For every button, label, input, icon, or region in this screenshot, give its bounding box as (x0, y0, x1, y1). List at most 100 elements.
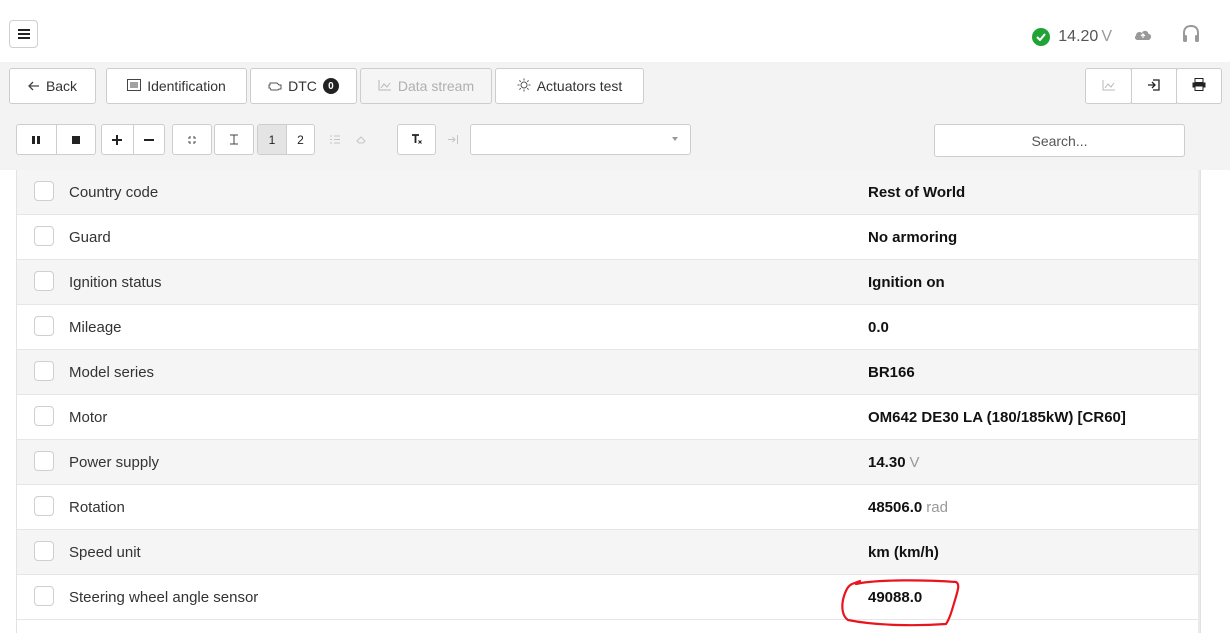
chart-line-icon (378, 78, 392, 94)
navigation-bar: Back Identification DTC 0 Data stream Ac… (0, 62, 1230, 114)
parameter-value: km (km/h) (868, 544, 939, 561)
scrollbar[interactable] (1198, 170, 1200, 633)
parameter-name: Motor (69, 408, 108, 426)
parameter-value-text: Ignition on (868, 273, 945, 291)
dtc-label: DTC (288, 78, 317, 94)
column-switch: 1 2 (257, 124, 315, 155)
stop-button[interactable] (55, 125, 95, 154)
arrow-left-icon (28, 78, 40, 94)
table-row[interactable]: Country code Rest of World (17, 170, 1200, 215)
print-button[interactable] (1176, 68, 1222, 104)
actuators-test-label: Actuators test (536, 78, 623, 94)
minus-button[interactable] (132, 125, 164, 154)
row-checkbox[interactable] (34, 361, 54, 381)
go-to-button[interactable] (439, 124, 467, 155)
text-height-icon (230, 134, 238, 145)
row-checkbox[interactable] (34, 181, 54, 201)
clear-selection-button[interactable] (350, 124, 372, 155)
parameter-unit: rad (926, 498, 948, 516)
clear-filter-button[interactable] (397, 124, 436, 155)
parameter-value-text: 0.0 (868, 318, 889, 336)
column-1-button[interactable]: 1 (258, 125, 286, 154)
top-bar: 14.20 V (0, 0, 1230, 62)
table-row[interactable]: Motor OM642 DE30 LA (180/185kW) [CR60] (17, 395, 1200, 440)
parameter-value-text: BR166 (868, 363, 915, 381)
sign-in-icon (1147, 78, 1161, 95)
parameter-value: Ignition on (868, 274, 945, 291)
parameter-value: 49088.0 (868, 589, 922, 606)
parameter-value-text: 49088.0 (868, 588, 923, 606)
pause-icon (32, 135, 41, 144)
parameter-value-text: 48506.0 (868, 498, 923, 516)
print-icon (1192, 78, 1206, 94)
parameter-name: Guard (69, 228, 111, 246)
playback-controls (16, 124, 96, 155)
parameter-unit: V (909, 453, 920, 471)
data-toolbar: 1 2 (0, 114, 1230, 170)
parameter-value: OM642 DE30 LA (180/185kW) [CR60] (868, 409, 1126, 426)
arrow-to-line-icon (447, 135, 458, 144)
row-checkbox[interactable] (34, 316, 54, 336)
voltage-unit: V (1101, 27, 1112, 45)
list-icon (330, 135, 340, 144)
parameter-value: 48506.0 rad (868, 499, 948, 516)
status-area: 14.20 V (1032, 24, 1200, 49)
parameter-value-text: km (km/h) (868, 543, 939, 561)
parameter-select[interactable] (470, 124, 691, 155)
stop-icon (71, 135, 80, 144)
parameter-name: Power supply (69, 453, 160, 471)
table-row[interactable]: Steering wheel angle sensor 49088.0 (17, 575, 1200, 620)
dtc-button[interactable]: DTC 0 (250, 68, 357, 104)
row-checkbox[interactable] (34, 451, 54, 471)
table-row[interactable]: Guard No armoring (17, 215, 1200, 260)
table-row[interactable]: Model series BR166 (17, 350, 1200, 395)
actuators-test-button[interactable]: Actuators test (495, 68, 644, 104)
identification-label: Identification (147, 78, 226, 94)
minus-icon (143, 138, 154, 141)
row-checkbox[interactable] (34, 541, 54, 561)
parameter-name: Steering wheel angle sensor (69, 588, 259, 606)
list-card-icon (127, 78, 142, 94)
table-row[interactable]: Ignition status Ignition on (17, 260, 1200, 305)
zoom-controls (101, 124, 165, 155)
data-stream-button[interactable]: Data stream (360, 68, 492, 104)
list-button[interactable] (324, 124, 346, 155)
compress-icon (188, 135, 196, 144)
row-checkbox[interactable] (34, 586, 54, 606)
table-row[interactable]: Mileage 0.0 (17, 305, 1200, 350)
cloud-icon[interactable] (1134, 28, 1152, 46)
table-row[interactable]: Power supply 14.30 V (17, 440, 1200, 485)
export-button[interactable] (1131, 68, 1177, 104)
dtc-count-badge: 0 (322, 78, 339, 94)
column-2-button[interactable]: 2 (285, 125, 314, 154)
plus-button[interactable] (102, 125, 133, 154)
parameter-name: Model series (69, 363, 155, 381)
row-checkbox[interactable] (34, 271, 54, 291)
hamburger-menu-button[interactable] (9, 20, 38, 48)
compress-button[interactable] (172, 124, 212, 155)
plus-icon (112, 134, 123, 145)
table-row[interactable]: Rotation 48506.0 rad (17, 485, 1200, 530)
identification-button[interactable]: Identification (106, 68, 247, 104)
back-label: Back (45, 78, 78, 94)
search-input[interactable] (934, 124, 1185, 157)
parameter-value: No armoring (868, 229, 957, 246)
graph-view-button[interactable] (1085, 68, 1132, 104)
eraser-icon (355, 135, 366, 143)
parameter-name: Ignition status (69, 273, 162, 291)
parameter-value-text: No armoring (868, 228, 958, 246)
row-checkbox[interactable] (34, 226, 54, 246)
chevron-down-icon (672, 137, 678, 141)
back-button[interactable]: Back (9, 68, 96, 104)
text-height-button[interactable] (214, 124, 254, 155)
table-row[interactable]: Speed unit km (km/h) (17, 530, 1200, 575)
pause-button[interactable] (17, 125, 56, 154)
check-circle-icon (1032, 27, 1051, 46)
parameter-value-text: Rest of World (868, 183, 966, 201)
voltage-readout: 14.20 V (1058, 28, 1112, 46)
voltage-value: 14.20 (1058, 27, 1099, 45)
row-checkbox[interactable] (34, 406, 54, 426)
headset-icon[interactable] (1182, 24, 1200, 49)
row-checkbox[interactable] (34, 496, 54, 516)
parameter-value-text: OM642 DE30 LA (180/185kW) [CR60] (868, 408, 1126, 426)
